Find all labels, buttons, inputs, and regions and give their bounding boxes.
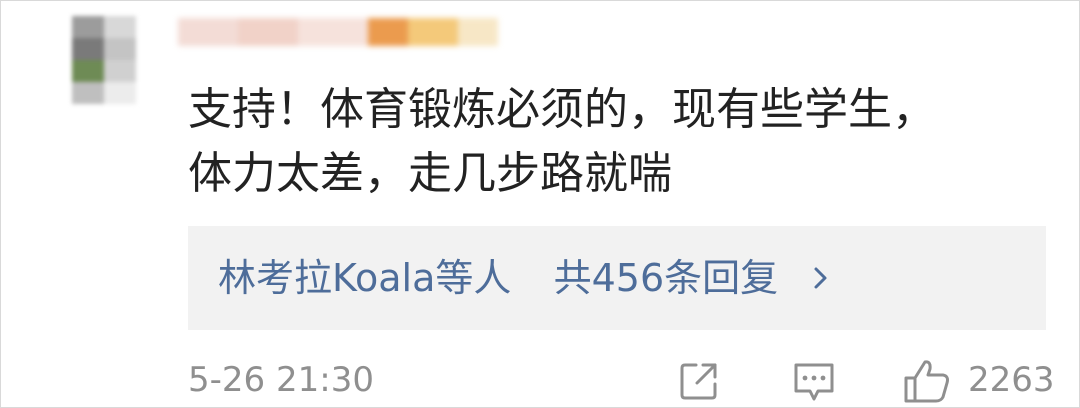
share-icon[interactable] (678, 360, 720, 402)
avatar[interactable] (72, 16, 136, 104)
comment-text: 支持！体育锻炼必须的，现有些学生， 体力太差，走几步路就喘 (188, 84, 936, 199)
comment-timestamp: 5-26 21:30 (188, 360, 374, 400)
reply-summary-text: 林考拉Koala等人 共456条回复 (218, 252, 778, 304)
chevron-right-icon (814, 267, 827, 289)
reply-count: 共456条回复 (553, 256, 779, 300)
reply-summary-button[interactable]: 林考拉Koala等人 共456条回复 (188, 226, 1046, 330)
comment-icon[interactable] (792, 360, 836, 404)
like-icon[interactable] (902, 358, 952, 404)
reply-users: 林考拉Koala等人 (218, 256, 512, 300)
username-pixelated[interactable] (178, 6, 498, 58)
like-count: 2263 (968, 360, 1055, 400)
